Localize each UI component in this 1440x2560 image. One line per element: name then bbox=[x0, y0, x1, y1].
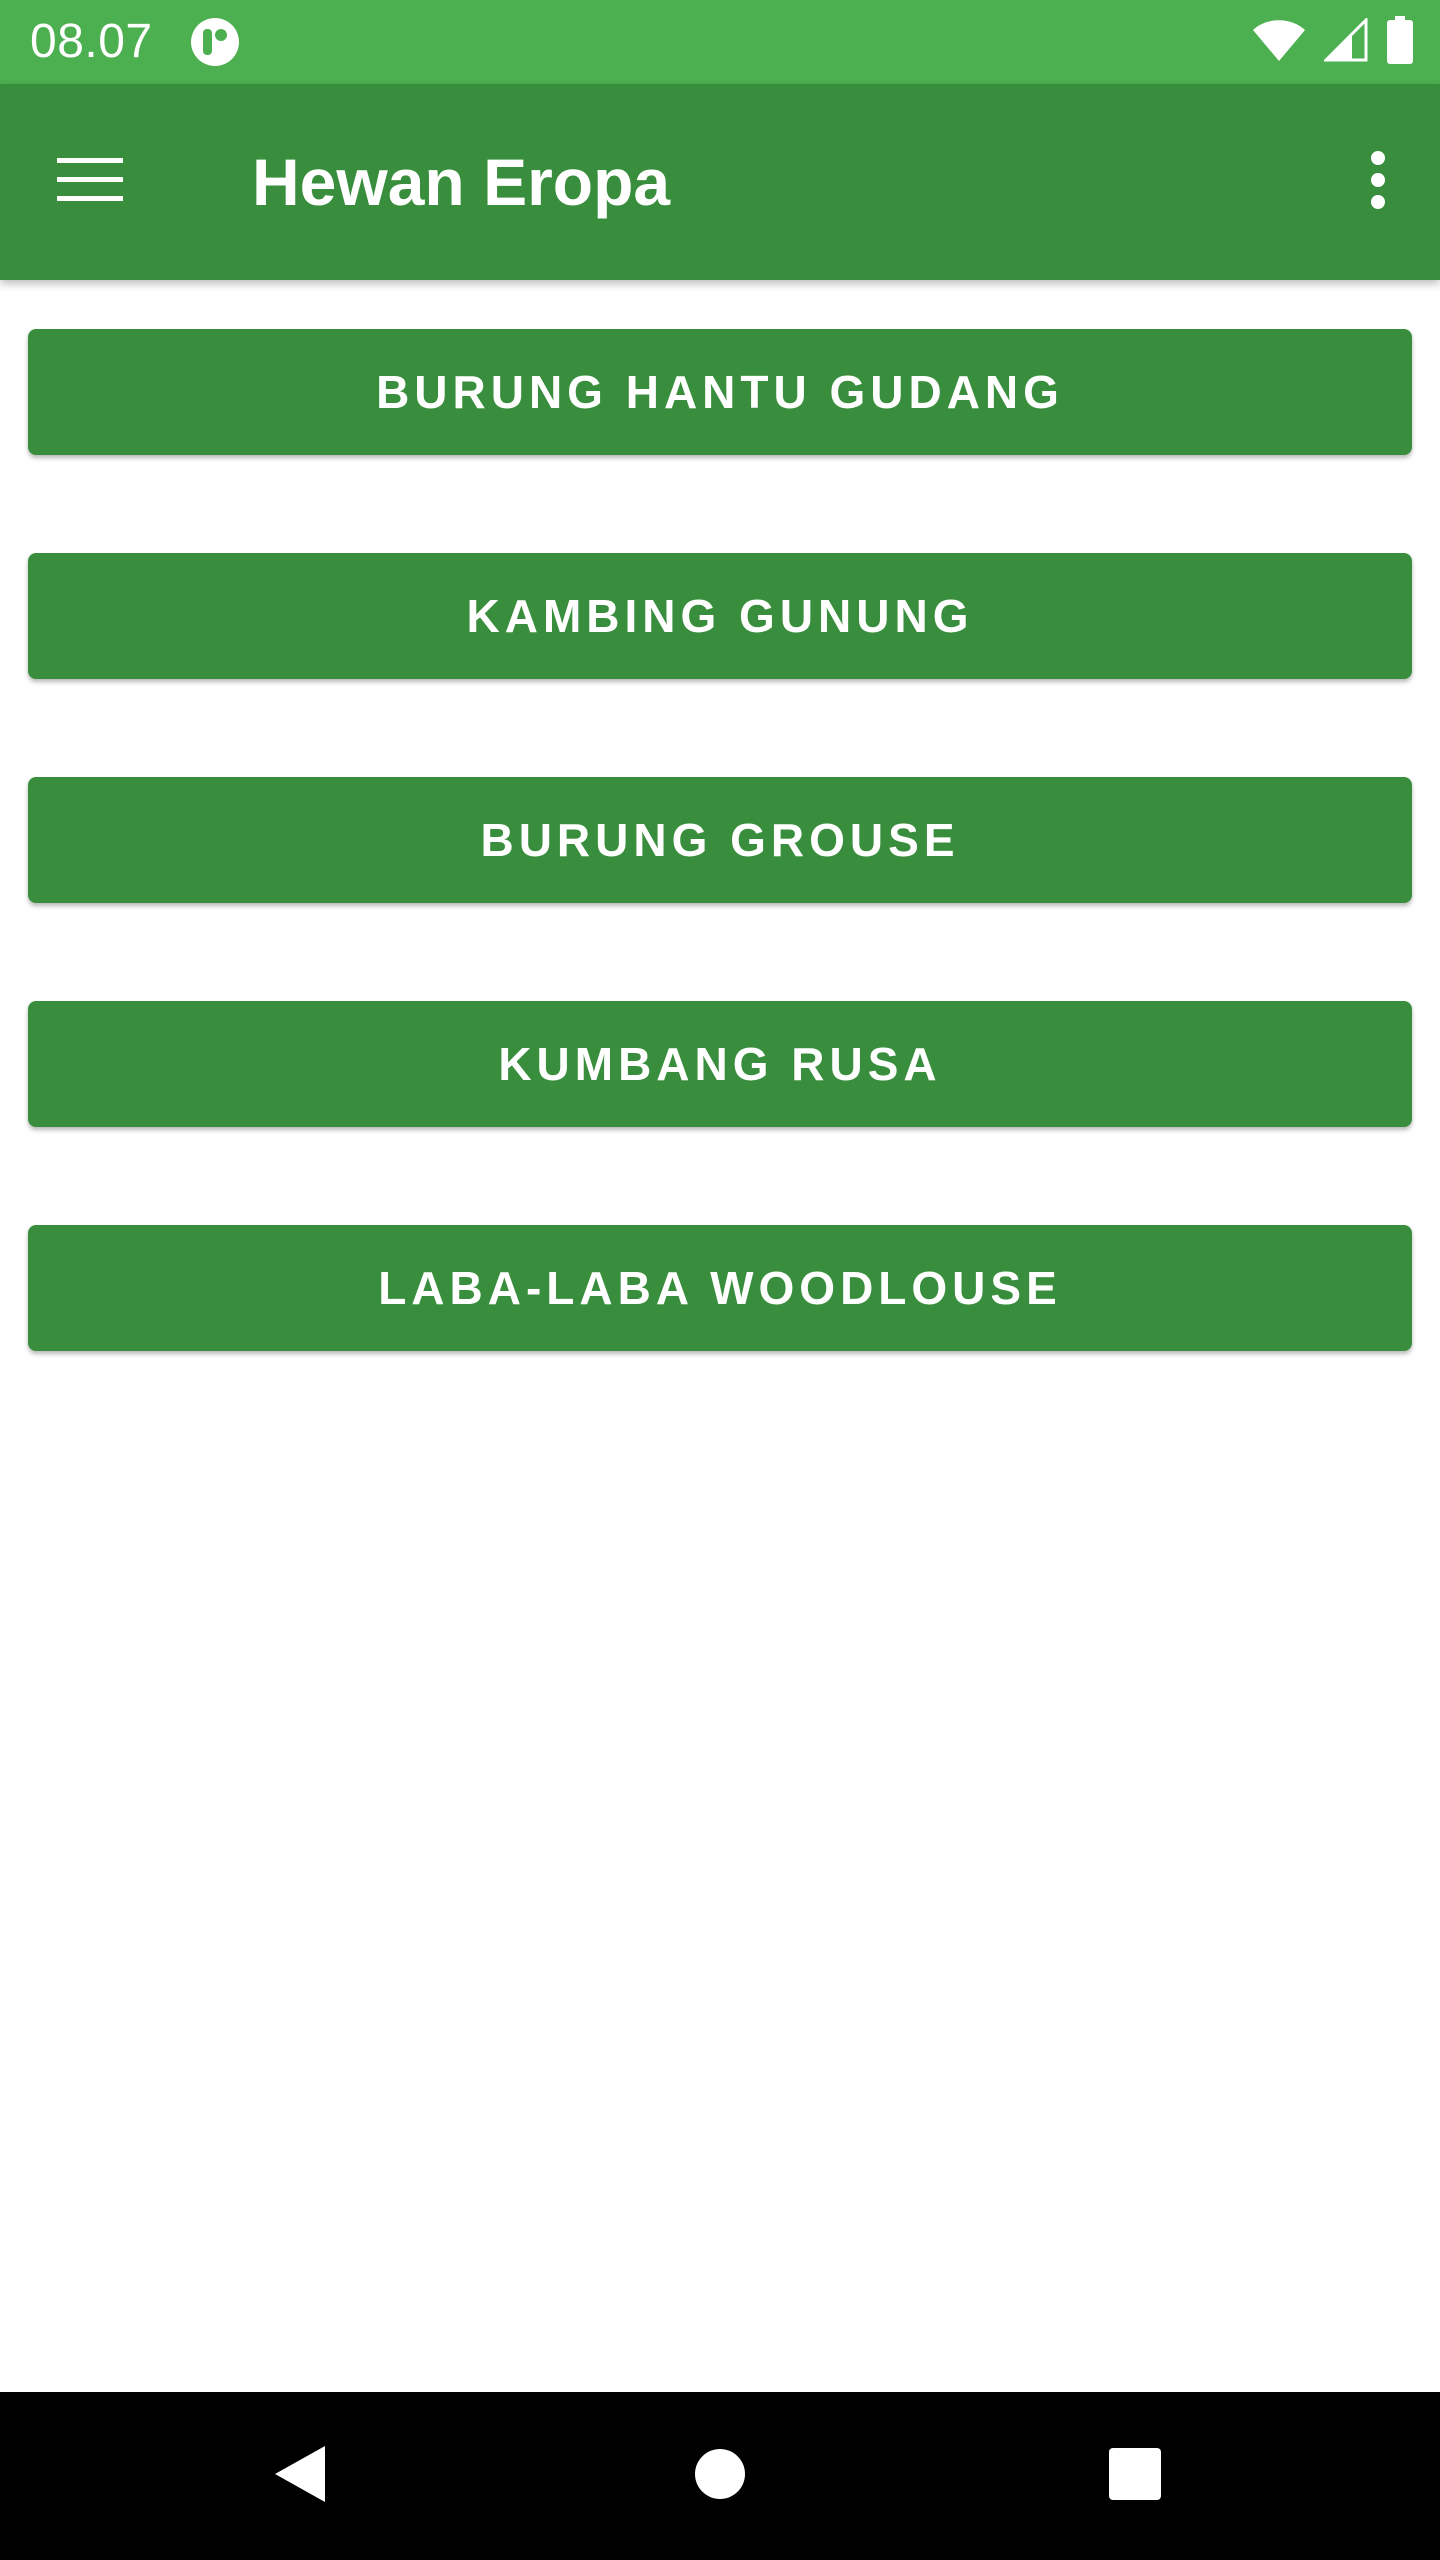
nav-back-button[interactable] bbox=[250, 2426, 350, 2526]
home-icon bbox=[694, 2448, 746, 2505]
navigation-bar bbox=[0, 2392, 1440, 2560]
animal-button-kambing-gunung[interactable]: KAMBING GUNUNG bbox=[28, 553, 1412, 679]
nav-recents-button[interactable] bbox=[1085, 2426, 1185, 2526]
page-title: Hewan Eropa bbox=[252, 145, 671, 219]
status-bar: 08.07 bbox=[0, 0, 1440, 84]
animal-button-laba-laba-woodlouse[interactable]: LABA-LABA WOODLOUSE bbox=[28, 1225, 1412, 1351]
cell-signal-icon bbox=[1322, 15, 1368, 67]
hamburger-menu-icon bbox=[57, 156, 123, 209]
animal-button-burung-grouse[interactable]: BURUNG GROUSE bbox=[28, 777, 1412, 903]
notification-app-icon bbox=[190, 17, 240, 67]
overflow-menu-button[interactable] bbox=[1338, 132, 1418, 232]
battery-icon bbox=[1386, 15, 1414, 69]
recents-icon bbox=[1108, 2447, 1162, 2506]
status-icons bbox=[1252, 15, 1414, 69]
app-bar: Hewan Eropa bbox=[0, 84, 1440, 280]
back-icon bbox=[273, 2444, 327, 2509]
status-time: 08.07 bbox=[30, 15, 153, 68]
more-vert-icon bbox=[1370, 150, 1386, 215]
animal-button-kumbang-rusa[interactable]: KUMBANG RUSA bbox=[28, 1001, 1412, 1127]
nav-home-button[interactable] bbox=[670, 2426, 770, 2526]
wifi-icon bbox=[1252, 18, 1306, 67]
menu-button[interactable] bbox=[40, 132, 140, 232]
animal-button-burung-hantu-gudang[interactable]: BURUNG HANTU GUDANG bbox=[28, 329, 1412, 455]
